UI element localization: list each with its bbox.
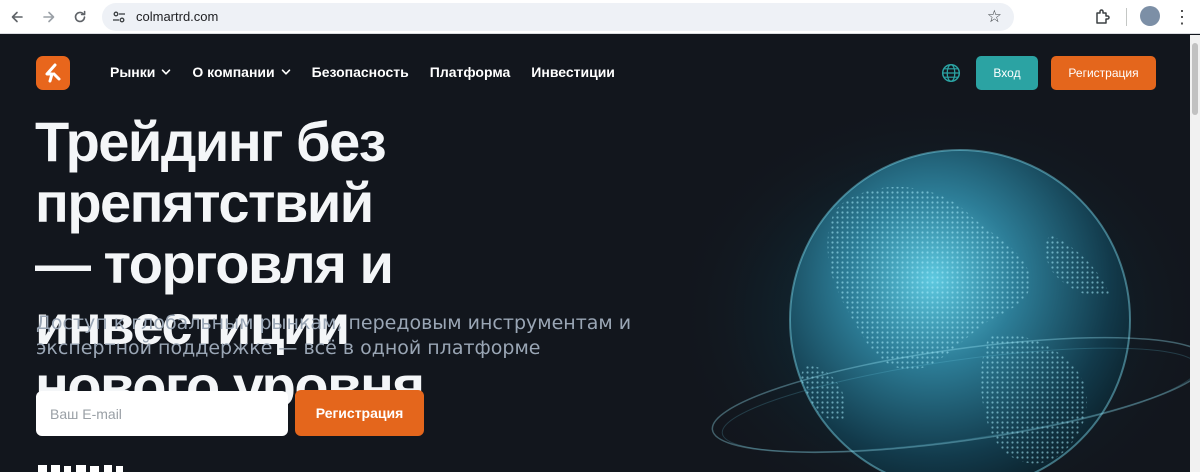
back-arrow-icon[interactable] [4, 4, 30, 30]
nav-item-label: Инвестиции [531, 64, 615, 80]
browser-menu-icon[interactable]: ⋮ [1173, 6, 1191, 28]
profile-avatar[interactable] [1140, 6, 1160, 26]
nav-item-markets[interactable]: Рынки [110, 64, 171, 80]
register-button-hero[interactable]: Регистрация [295, 390, 424, 436]
hero-subtitle: Доступ к глобальным рынкам, передовым ин… [36, 311, 636, 361]
bookmark-star-icon[interactable]: ☆ [987, 7, 1002, 27]
hero-subtitle-line: экспертной поддержке — всё в одной платф… [36, 337, 541, 359]
nav-item-label: Платформа [429, 64, 511, 80]
login-button[interactable]: Вход [976, 56, 1038, 90]
main-nav: Рынки О компании Безопасность Платформа … [110, 64, 636, 80]
forward-arrow-icon[interactable] [36, 4, 62, 30]
email-field[interactable] [36, 391, 288, 436]
globe-illustration [690, 95, 1190, 472]
logo-icon[interactable] [36, 56, 70, 90]
chevron-down-icon [281, 69, 290, 75]
toolbar-divider [1126, 8, 1127, 26]
hero-title-line: Трейдинг без препятствий [35, 110, 387, 234]
browser-toolbar: colmartrd.com ☆ ⋮ [0, 0, 1200, 34]
site-info-icon[interactable] [110, 8, 128, 26]
hero-title: Трейдинг без препятствий — торговля и ин… [35, 111, 695, 416]
nav-item-label: Безопасность [311, 64, 409, 80]
partner-logos-strip [38, 465, 123, 472]
nav-item-about[interactable]: О компании [192, 64, 290, 80]
url-text[interactable]: colmartrd.com [136, 9, 218, 24]
chevron-down-icon [162, 69, 171, 75]
hero-subtitle-line: Доступ к глобальным рынкам, передовым ин… [36, 312, 632, 334]
nav-item-security[interactable]: Безопасность [312, 64, 409, 80]
address-bar[interactable]: colmartrd.com ☆ [102, 3, 1014, 31]
nav-item-platform[interactable]: Платформа [430, 64, 511, 80]
scrollbar-thumb[interactable] [1192, 43, 1198, 115]
reload-icon[interactable] [67, 4, 93, 30]
page-viewport: Рынки О компании Безопасность Платформа … [0, 35, 1190, 472]
register-button-header[interactable]: Регистрация [1051, 56, 1156, 90]
page-scrollbar[interactable] [1190, 35, 1200, 472]
extensions-icon[interactable] [1092, 6, 1114, 28]
nav-item-label: Рынки [110, 64, 156, 80]
nav-item-investments[interactable]: Инвестиции [531, 64, 615, 80]
language-globe-icon[interactable] [941, 63, 961, 83]
nav-item-label: О компании [192, 64, 275, 80]
